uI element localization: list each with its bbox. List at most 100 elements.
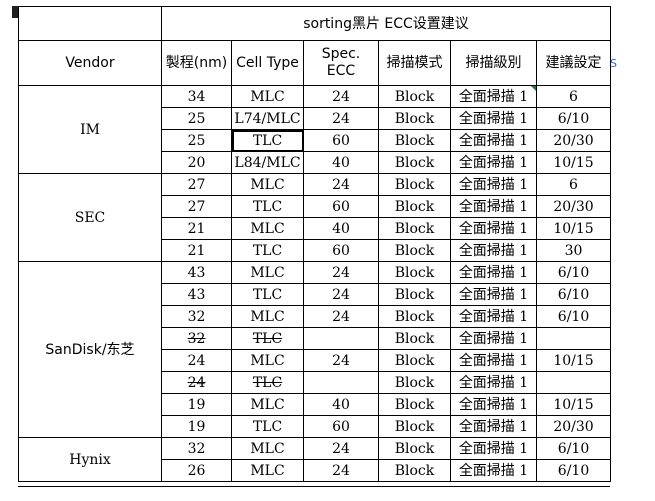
cell-type-cell[interactable]: MLC xyxy=(231,459,304,482)
setting-cell[interactable]: 6 xyxy=(535,173,612,196)
process-cell[interactable]: 43 xyxy=(161,283,232,306)
spec-ecc-cell[interactable]: 24 xyxy=(303,173,379,196)
cell-type-cell[interactable]: L84/MLC xyxy=(231,151,304,174)
scan-level-cell[interactable]: 全面掃描 1 xyxy=(450,151,537,174)
process-cell[interactable]: 26 xyxy=(161,459,232,482)
scan-level-cell[interactable]: 全面掃描 1 xyxy=(450,415,537,438)
cell-type-cell[interactable]: MLC xyxy=(231,173,304,196)
setting-cell[interactable] xyxy=(535,371,612,394)
scan-level-cell[interactable]: 全面掃描 1 xyxy=(450,283,537,306)
setting-cell[interactable]: 10/15 xyxy=(535,217,612,240)
process-cell[interactable]: 32 xyxy=(161,327,232,350)
cell-type-cell[interactable]: TLC xyxy=(231,283,304,306)
table-title[interactable]: sorting黑片 ECC设置建议 xyxy=(160,6,612,41)
cell-type-cell[interactable]: MLC xyxy=(231,217,304,240)
scan-mode-cell[interactable]: Block xyxy=(378,283,451,306)
cell-type-cell[interactable]: MLC xyxy=(231,393,304,416)
cell-type-cell[interactable]: MLC xyxy=(231,349,304,372)
spec-ecc-cell[interactable]: 24 xyxy=(303,437,379,460)
process-cell[interactable]: 43 xyxy=(161,261,232,284)
process-cell[interactable]: 19 xyxy=(161,415,232,438)
setting-cell[interactable]: 10/15 xyxy=(535,393,612,416)
spec-ecc-cell[interactable]: 24 xyxy=(303,459,379,482)
scan-mode-cell[interactable]: Block xyxy=(378,261,451,284)
cell-type-cell[interactable]: MLC xyxy=(231,437,304,460)
scan-level-cell[interactable]: 全面掃描 1 xyxy=(450,107,537,130)
process-cell[interactable]: 32 xyxy=(161,305,232,328)
scan-mode-cell[interactable]: Block xyxy=(378,415,451,438)
scan-mode-cell[interactable]: Block xyxy=(378,305,451,328)
setting-cell[interactable]: 10/15 xyxy=(535,151,612,174)
scan-level-cell[interactable]: 全面掃描 1 xyxy=(450,371,537,394)
vendor-cell[interactable]: Hynix xyxy=(18,437,162,482)
setting-cell[interactable]: 6/10 xyxy=(535,305,612,328)
cell-type-cell[interactable]: MLC xyxy=(231,305,304,328)
process-cell[interactable]: 27 xyxy=(161,173,232,196)
process-cell[interactable]: 25 xyxy=(161,129,232,152)
cell-type-cell[interactable]: MLC xyxy=(231,85,304,108)
vendor-cell[interactable]: SanDisk/东芝 xyxy=(18,261,162,438)
process-cell[interactable]: 32 xyxy=(161,437,232,460)
scan-level-cell[interactable]: 全面掃描 1 xyxy=(450,437,537,460)
spec-ecc-cell[interactable]: 24 xyxy=(303,283,379,306)
scan-level-cell[interactable]: 全面掃描 1 xyxy=(450,195,537,218)
scan-mode-cell[interactable]: Block xyxy=(378,217,451,240)
scan-mode-cell[interactable]: Block xyxy=(378,327,451,350)
setting-cell[interactable]: 6/10 xyxy=(535,283,612,306)
header-scan-level[interactable]: 掃描級別 xyxy=(450,40,537,86)
spec-ecc-cell[interactable]: 40 xyxy=(303,151,379,174)
scan-level-cell[interactable]: 全面掃描 1 xyxy=(450,327,537,350)
cell-type-cell[interactable]: TLC xyxy=(231,239,304,262)
spec-ecc-cell[interactable]: 60 xyxy=(303,239,379,262)
cell-type-cell[interactable]: MLC xyxy=(231,261,304,284)
process-cell[interactable]: 24 xyxy=(161,349,232,372)
cell-type-cell[interactable]: L74/MLC xyxy=(231,107,304,130)
spec-ecc-cell[interactable]: 24 xyxy=(303,261,379,284)
cell-type-cell[interactable]: TLC xyxy=(231,371,304,394)
process-cell[interactable]: 24 xyxy=(161,371,232,394)
scan-mode-cell[interactable]: Block xyxy=(378,129,451,152)
scan-level-cell[interactable]: 全面掃描 1 xyxy=(450,349,537,372)
cell-type-cell[interactable]: TLC xyxy=(231,415,304,438)
setting-cell[interactable] xyxy=(535,327,612,350)
setting-cell[interactable]: 6/10 xyxy=(535,261,612,284)
setting-cell[interactable]: 20/30 xyxy=(535,129,612,152)
setting-cell[interactable]: 6/10 xyxy=(535,437,612,460)
scan-mode-cell[interactable]: Block xyxy=(378,85,451,108)
scan-level-cell[interactable]: 全面掃描 1 xyxy=(450,305,537,328)
cell-type-cell[interactable]: TLC xyxy=(231,327,304,350)
scan-level-cell[interactable]: 全面掃描 1 xyxy=(450,261,537,284)
scan-level-cell[interactable]: 全面掃描 1 xyxy=(450,85,537,108)
spec-ecc-cell[interactable] xyxy=(303,371,379,394)
scan-level-cell[interactable]: 全面掃描 1 xyxy=(450,393,537,416)
scan-mode-cell[interactable]: Block xyxy=(378,239,451,262)
cell-type-cell[interactable]: TLC xyxy=(231,195,304,218)
setting-cell[interactable]: 6/10 xyxy=(535,459,612,482)
spec-ecc-cell[interactable] xyxy=(303,327,379,350)
header-vendor[interactable]: Vendor xyxy=(18,40,162,86)
scan-mode-cell[interactable]: Block xyxy=(378,393,451,416)
empty-corner-cell[interactable] xyxy=(18,6,162,41)
header-recommended-setting[interactable]: 建議設定 xyxy=(535,40,612,86)
spec-ecc-cell[interactable]: 40 xyxy=(303,217,379,240)
header-cell-type[interactable]: Cell Type xyxy=(231,40,304,86)
process-cell[interactable]: 21 xyxy=(161,239,232,262)
vendor-cell[interactable]: SEC xyxy=(18,173,162,262)
scan-mode-cell[interactable]: Block xyxy=(378,195,451,218)
process-cell[interactable]: 27 xyxy=(161,195,232,218)
process-cell[interactable]: 19 xyxy=(161,393,232,416)
header-process[interactable]: 製程(nm) xyxy=(161,40,232,86)
scan-mode-cell[interactable]: Block xyxy=(378,107,451,130)
scan-level-cell[interactable]: 全面掃描 1 xyxy=(450,459,537,482)
spec-ecc-cell[interactable]: 24 xyxy=(303,85,379,108)
header-spec-ecc[interactable]: Spec. ECC xyxy=(303,40,379,86)
scan-level-cell[interactable]: 全面掃描 1 xyxy=(450,217,537,240)
spec-ecc-cell[interactable]: 60 xyxy=(303,415,379,438)
setting-cell[interactable]: 30 xyxy=(535,239,612,262)
scan-mode-cell[interactable]: Block xyxy=(378,173,451,196)
vendor-cell[interactable]: IM xyxy=(18,85,162,174)
spec-ecc-cell[interactable]: 24 xyxy=(303,305,379,328)
process-cell[interactable]: 21 xyxy=(161,217,232,240)
spec-ecc-cell[interactable]: 40 xyxy=(303,393,379,416)
scan-level-cell[interactable]: 全面掃描 1 xyxy=(450,239,537,262)
